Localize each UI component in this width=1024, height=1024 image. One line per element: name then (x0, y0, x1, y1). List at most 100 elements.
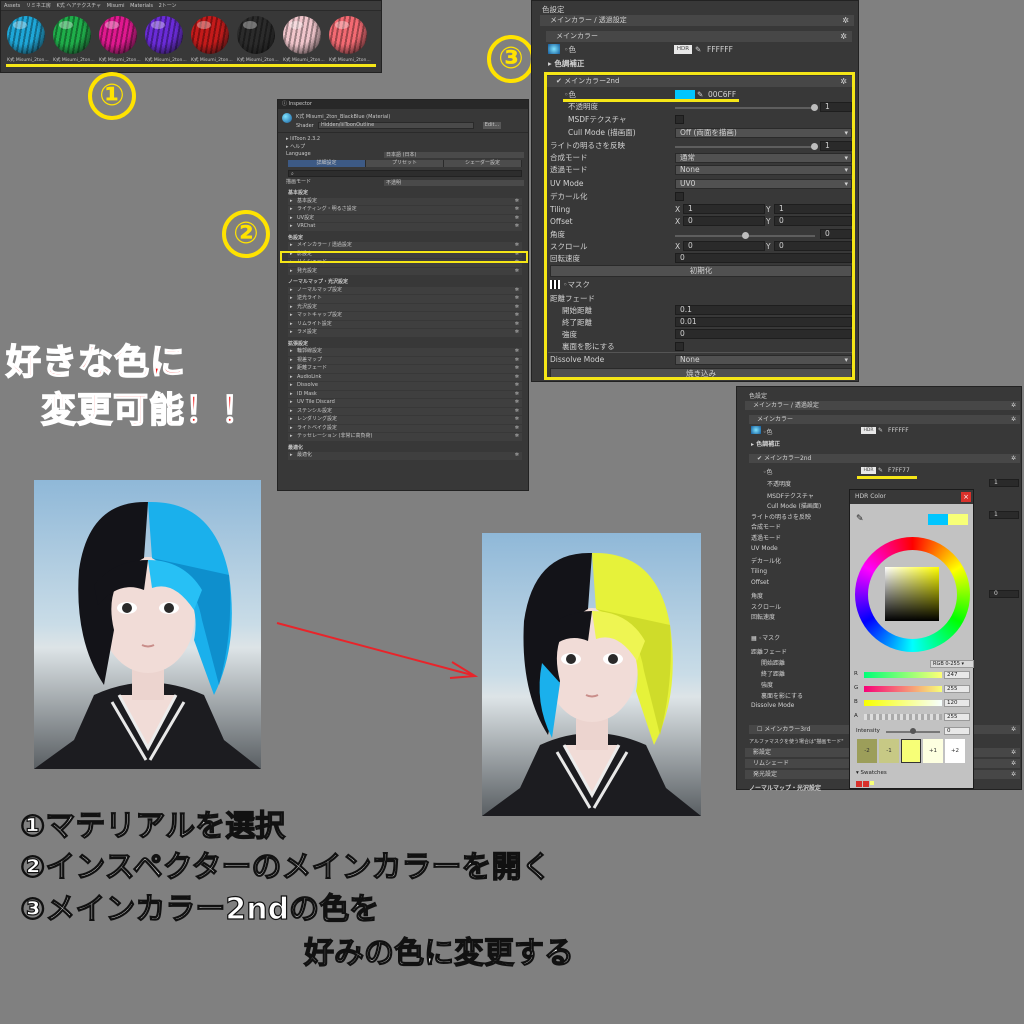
preset-current[interactable] (901, 739, 921, 763)
gear-icon[interactable]: ✲ (515, 223, 519, 231)
gear-icon[interactable]: ✲ (515, 206, 519, 214)
foldout-item[interactable]: 最適化 ✲ (288, 452, 522, 460)
gear-icon[interactable]: ✲ (515, 452, 519, 460)
gear-icon[interactable]: ✲ (515, 312, 519, 320)
material-thumbnail[interactable]: K式 Misumi_2ton... (329, 16, 371, 63)
section-main-color-transparency[interactable]: メインカラー / 透過設定 ✲ (745, 401, 1020, 410)
foldout-item[interactable]: ID Mask ✲ (288, 390, 522, 399)
enable-checkbox[interactable]: ✔ (757, 455, 764, 462)
color-mode-dropdown[interactable]: RGB 0-255 ▾ (930, 660, 974, 668)
shader-dropdown[interactable]: Hidden/lilToonOutline (318, 122, 474, 129)
breadcrumb-item[interactable]: Assets (4, 3, 20, 9)
gear-icon[interactable]: ✲ (515, 382, 519, 390)
gear-icon[interactable]: ✲ (515, 215, 519, 223)
channel-g-value[interactable]: 255 (944, 685, 970, 693)
section-main-color-transparency[interactable]: メインカラー / 透過設定 ✲ (540, 15, 854, 26)
material-thumbnail[interactable]: K式 Misumi_2ton... (99, 16, 141, 63)
foldout-item[interactable]: 光沢設定 ✲ (288, 303, 522, 311)
material-thumbnail[interactable]: K式 Misumi_2ton... (145, 16, 187, 63)
language-dropdown[interactable]: 日本語 (日本) (384, 152, 524, 158)
swatches-foldout[interactable]: ▾ Swatches (856, 770, 887, 776)
preset-minus-2[interactable]: -2 (857, 739, 877, 763)
intensity-slider-knob[interactable] (910, 728, 916, 734)
gear-icon[interactable]: ✲ (515, 425, 519, 433)
foldout-item[interactable]: マットキャップ設定 ✲ (288, 312, 522, 320)
color-2nd-hex[interactable]: F7FF77 (888, 467, 910, 474)
foldout-item[interactable]: リムライト設定 ✲ (288, 320, 522, 329)
foldout-item[interactable]: Dissolve ✲ (288, 382, 522, 390)
breadcrumb-item[interactable]: Materials (130, 3, 153, 9)
edit-shader-button[interactable]: Edit... (483, 122, 501, 129)
gear-icon[interactable]: ✲ (1011, 770, 1016, 779)
foldout-item[interactable]: UV Tile Discard ✲ (288, 399, 522, 407)
channel-a-slider[interactable] (864, 714, 942, 720)
foldout-item[interactable]: ノーマルマップ設定 ✲ (288, 286, 522, 294)
breadcrumb-item[interactable]: Misumi (107, 3, 125, 9)
inspector-tab[interactable]: ⓘ Inspector (278, 100, 528, 109)
search-input[interactable]: ⌕ (288, 169, 522, 177)
foldout-item[interactable]: ライトベイク設定 ✲ (288, 424, 522, 433)
opacity-field[interactable]: 1 (989, 479, 1019, 487)
tone-correction-foldout[interactable]: ▸ 色調補正 (548, 58, 584, 69)
gear-icon[interactable]: ✲ (515, 416, 519, 424)
main-color-2nd-bar[interactable]: ✔ メインカラー2nd ✲ (749, 454, 1020, 463)
eyedropper-icon[interactable]: ✎ (878, 467, 883, 474)
material-thumbnail[interactable]: K式 Misumi_2ton... (237, 16, 279, 63)
swatch-item[interactable] (870, 781, 874, 785)
gear-icon[interactable]: ✲ (515, 365, 519, 373)
eyedropper-icon[interactable]: ✎ (878, 427, 883, 434)
channel-b-value[interactable]: 120 (944, 699, 970, 707)
gear-icon[interactable]: ✲ (842, 15, 849, 26)
channel-g-slider[interactable] (864, 686, 942, 692)
main-color-hex[interactable]: FFFFFF (888, 427, 909, 434)
eyedropper-icon[interactable]: ✎ (856, 514, 864, 524)
main-color-bar[interactable]: メインカラー ✲ (546, 31, 852, 42)
foldout-item[interactable]: ラメ設定 ✲ (288, 329, 522, 337)
gear-icon[interactable]: ✲ (515, 391, 519, 399)
material-thumbnail[interactable]: K式 Misumi_2ton... (191, 16, 233, 63)
tone-correction-foldout[interactable]: ▸ 色調補正 (751, 439, 780, 448)
foldout-item[interactable]: 発光設定 ✲ (288, 267, 522, 275)
gear-icon[interactable]: ✲ (1011, 725, 1016, 734)
gear-icon[interactable]: ✲ (515, 357, 519, 365)
breadcrumb-item[interactable]: 2トーン (159, 3, 177, 9)
breadcrumb-item[interactable]: リミネ工房 (26, 3, 51, 9)
eyedropper-icon[interactable]: ✎ (695, 44, 701, 55)
preset-plus-1[interactable]: +1 (923, 739, 943, 763)
channel-r-value[interactable]: 247 (944, 671, 970, 679)
texture-icon[interactable] (548, 44, 560, 54)
texture-icon[interactable] (751, 426, 761, 434)
channel-a-value[interactable]: 255 (944, 713, 970, 721)
gear-icon[interactable]: ✲ (515, 374, 519, 382)
channel-b-slider[interactable] (864, 700, 942, 706)
preset-plus-2[interactable]: +2 (945, 739, 965, 763)
gear-icon[interactable]: ✲ (515, 321, 519, 329)
main-color-bar[interactable]: メインカラー ✲ (749, 415, 1020, 424)
help-foldout[interactable]: ▸ ヘルプ (278, 144, 528, 152)
gear-icon[interactable]: ✲ (515, 348, 519, 356)
gear-icon[interactable]: ✲ (840, 31, 847, 42)
foldout-item[interactable]: VRChat ✲ (288, 223, 522, 231)
material-thumbnail[interactable]: K式 Misumi_2ton... (7, 16, 49, 63)
material-thumbnail[interactable]: K式 Misumi_2ton... (283, 16, 325, 63)
saturation-value-square[interactable] (885, 567, 939, 621)
gear-icon[interactable]: ✲ (515, 198, 519, 206)
gear-icon[interactable]: ✲ (515, 433, 519, 441)
foldout-item[interactable]: テッセレーション (非常に高負荷) ✲ (288, 433, 522, 441)
foldout-item[interactable]: AudioLink ✲ (288, 373, 522, 382)
angle-field[interactable]: 0 (989, 590, 1019, 598)
foldout-item[interactable]: メインカラー / 透過設定 ✲ (288, 242, 522, 250)
foldout-item[interactable]: UV設定 ✲ (288, 214, 522, 223)
gear-icon[interactable]: ✲ (515, 242, 519, 250)
tab-advanced[interactable]: 詳細設定 (288, 159, 366, 167)
swatch-item[interactable] (863, 781, 869, 787)
gear-icon[interactable]: ✲ (515, 408, 519, 416)
close-icon[interactable]: × (961, 492, 971, 502)
foldout-item[interactable]: レンダリング設定 ✲ (288, 416, 522, 424)
render-mode-dropdown[interactable]: 不透明 (384, 179, 524, 186)
foldout-item[interactable]: ライティング・明るさ設定 ✲ (288, 206, 522, 214)
foldout-item[interactable]: 基本設定 ✲ (288, 197, 522, 206)
intensity-value[interactable]: 0 (944, 727, 970, 735)
foldout-item[interactable]: 距離フェード ✲ (288, 365, 522, 373)
swatch-item[interactable] (856, 781, 862, 787)
